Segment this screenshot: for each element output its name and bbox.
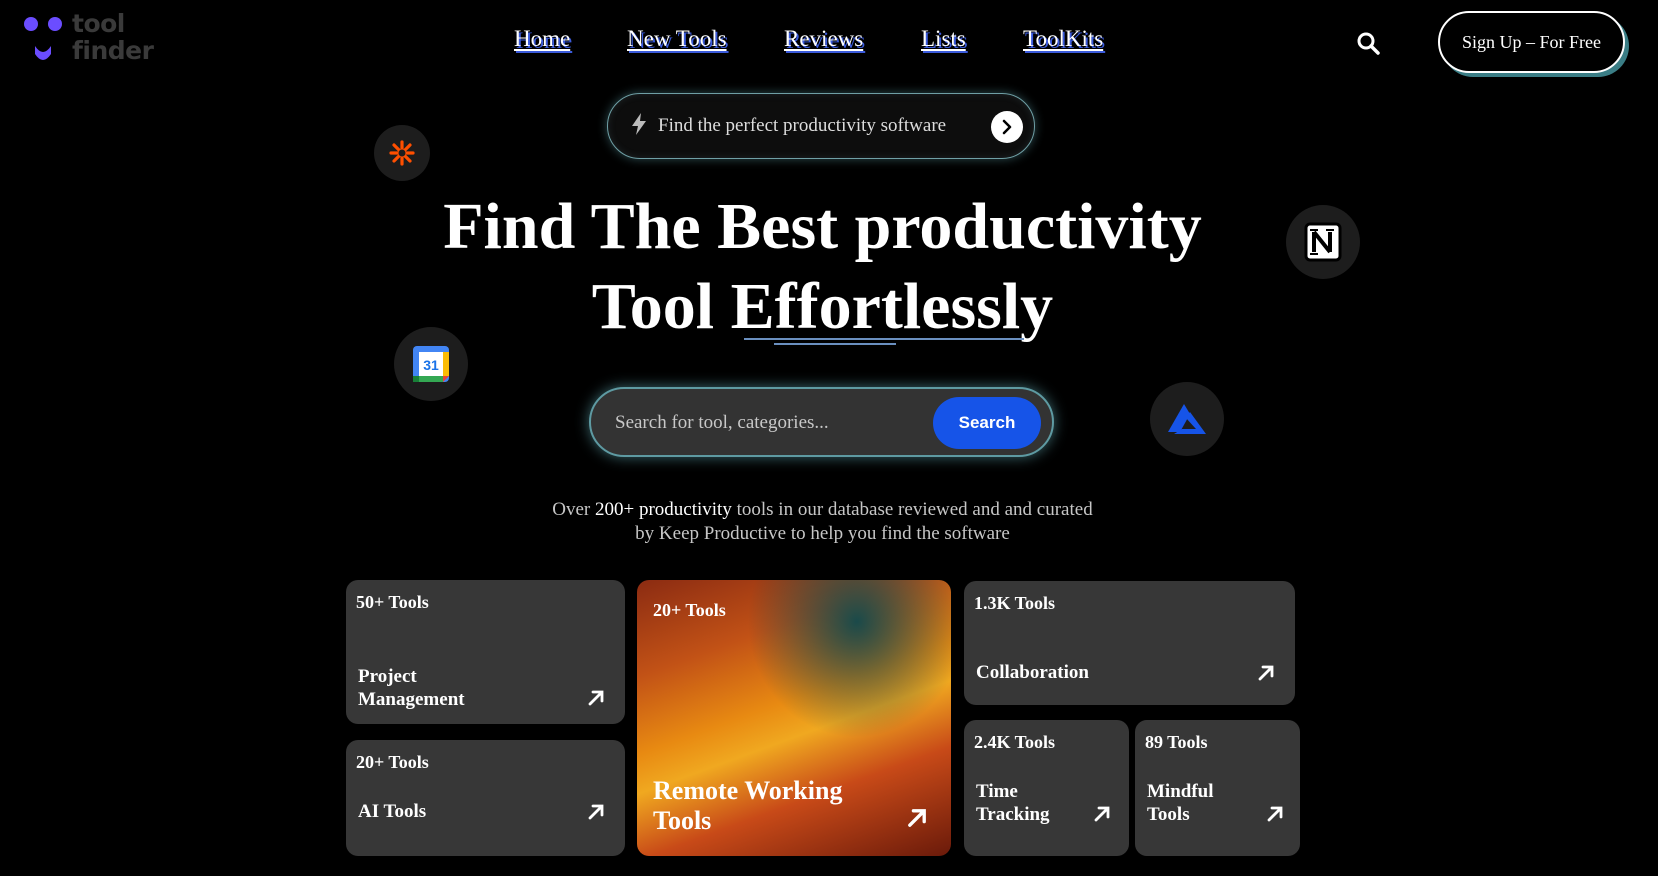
hero-underline (744, 338, 1024, 340)
subtext-after: tools in our database reviewed and and c… (731, 499, 1093, 520)
category-card-time-tracking[interactable]: 2.4K Tools Time Tracking (964, 720, 1129, 856)
card-count: 50+ Tools (356, 592, 429, 612)
search-input[interactable] (615, 407, 915, 439)
card-label: Project Management (358, 665, 465, 711)
card-label-line2: Management (358, 689, 465, 710)
search-bar: Search (589, 387, 1054, 457)
card-label: Time Tracking (976, 780, 1050, 826)
find-software-pill[interactable]: Find the perfect productivity software (607, 93, 1035, 159)
card-label: Remote Working Tools (653, 776, 842, 836)
card-count: 89 Tools (1145, 732, 1208, 752)
card-label-line1: Time (976, 781, 1018, 802)
subtext-line2: by Keep Productive to help you find the … (635, 523, 1010, 544)
nav-toolkits[interactable]: ToolKits (1023, 26, 1103, 52)
card-count: 20+ Tools (653, 600, 726, 620)
arrow-up-right-icon (1258, 665, 1274, 681)
hero-subtext: Over 200+ productivity tools in our data… (0, 498, 1645, 546)
nav-new-tools[interactable]: New Tools (627, 26, 727, 52)
hero-heading: Find The Best productivity Tool Effortle… (0, 187, 1645, 347)
card-label-line1: Mindful (1147, 781, 1214, 802)
arrow-up-right-icon (1267, 806, 1283, 822)
header-search-icon[interactable] (1355, 30, 1383, 58)
card-label-line2: Tracking (976, 804, 1050, 825)
arrow-up-right-icon (588, 690, 604, 706)
card-label: Mindful Tools (1147, 780, 1214, 826)
category-card-collaboration[interactable]: 1.3K Tools Collaboration (964, 581, 1295, 705)
nav-reviews[interactable]: Reviews (784, 26, 863, 52)
nav-lists[interactable]: Lists (921, 26, 966, 52)
pill-text: Find the perfect productivity software (658, 115, 947, 136)
category-card-ai-tools[interactable]: 20+ Tools AI Tools (346, 740, 625, 856)
card-label: Collaboration (976, 662, 1089, 683)
arrow-up-right-icon (908, 809, 926, 827)
lightning-icon (630, 112, 648, 141)
azure-icon (1150, 382, 1224, 456)
card-label-line2: Tools (1147, 804, 1190, 825)
arrow-up-right-icon (1094, 806, 1110, 822)
arrow-up-right-icon (588, 804, 604, 820)
card-label-line1: Project (358, 666, 417, 687)
card-count: 1.3K Tools (974, 593, 1056, 613)
hero-underline-accent (774, 343, 896, 345)
category-card-project-management[interactable]: 50+ Tools Project Management (346, 580, 625, 724)
card-label: AI Tools (358, 801, 427, 822)
nav-home[interactable]: Home (514, 26, 570, 52)
card-count: 20+ Tools (356, 752, 429, 772)
chevron-right-icon[interactable] (991, 111, 1023, 143)
hero-line2: Tool Effortlessly (591, 270, 1054, 343)
subtext-highlight: 200+ productivity (595, 499, 732, 520)
zapier-icon (374, 125, 430, 181)
card-label-line1: Remote Working (653, 776, 843, 805)
search-button[interactable]: Search (933, 397, 1041, 449)
signup-button[interactable]: Sign Up – For Free (1438, 11, 1625, 73)
main-nav: Home New Tools Reviews Lists ToolKits (0, 26, 1658, 56)
card-label-line2: Tools (653, 806, 712, 835)
card-count: 2.4K Tools (974, 732, 1056, 752)
calendar-day: 31 (423, 357, 439, 373)
hero-line1: Find The Best productivity (443, 190, 1202, 263)
category-card-remote-working[interactable]: 20+ Tools Remote Working Tools (637, 580, 951, 856)
category-card-mindful-tools[interactable]: 89 Tools Mindful Tools (1135, 720, 1300, 856)
subtext-before: Over (552, 499, 595, 520)
